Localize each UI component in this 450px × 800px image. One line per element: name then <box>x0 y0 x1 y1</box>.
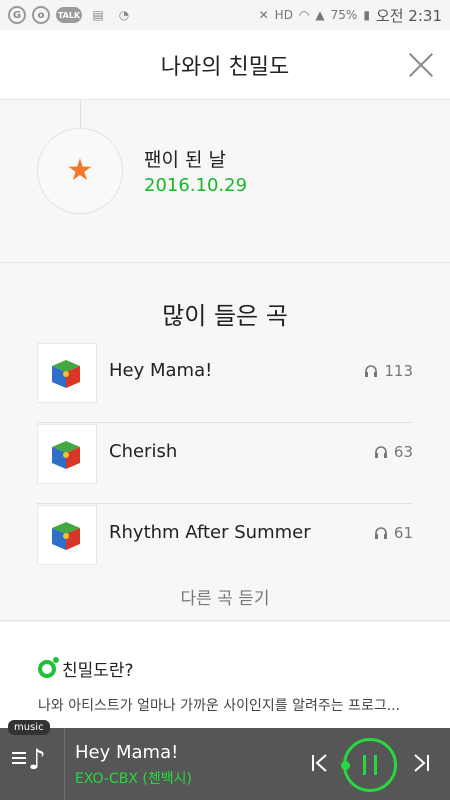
progress-indicator <box>341 761 350 770</box>
music-tag: music <box>8 720 50 735</box>
header: 나와의 친밀도 <box>0 30 450 100</box>
play-count: 61 <box>374 524 413 542</box>
messenger-icon: ◔ <box>118 8 130 22</box>
headphone-icon <box>374 446 387 458</box>
mini-player[interactable]: music ♪ Hey Mama! EXO-CBX (첸백시) <box>0 720 450 800</box>
about-title: 친밀도란? <box>38 656 134 681</box>
album-thumbnail <box>37 343 97 403</box>
headphone-icon <box>365 365 378 377</box>
mute-icon: ✕ <box>258 8 269 22</box>
timeline-connector <box>80 101 81 129</box>
talk-icon: TALK <box>56 7 82 23</box>
song-title: Cherish <box>109 441 178 462</box>
more-songs-link[interactable]: 다른 곡 듣기 <box>0 584 450 609</box>
fan-badge: ★ <box>37 128 123 214</box>
previous-icon[interactable] <box>309 752 331 774</box>
playlist-icon[interactable]: ♪ <box>12 746 52 782</box>
fan-date-section: ★ 팬이 된 날 2016.10.29 <box>0 101 450 263</box>
about-title-text: 친밀도란? <box>62 661 134 681</box>
song-row[interactable]: Hey Mama! 113 <box>37 342 413 423</box>
about-intimacy-section: 친밀도란? 나와 아티스트가 얼마나 가까운 사이인지를 알려주는 프로그... <box>0 622 450 728</box>
star-icon: ★ <box>66 153 94 188</box>
song-row[interactable]: Cherish 63 <box>37 423 413 504</box>
page-title: 나와의 친밀도 <box>160 54 290 80</box>
hd-badge: HD <box>274 8 293 22</box>
now-playing-artist: EXO-CBX (첸백시) <box>75 771 192 787</box>
song-row[interactable]: Rhythm After Summer 61 <box>37 504 413 585</box>
signal-icon: ▲ <box>315 8 325 22</box>
next-icon[interactable] <box>410 752 432 774</box>
pause-button[interactable] <box>343 738 397 792</box>
clock: 오전 2:31 <box>375 6 442 25</box>
circle-o-icon: G <box>8 6 26 24</box>
play-count-value: 113 <box>384 362 413 380</box>
fan-date-value: 2016.10.29 <box>144 175 248 196</box>
song-list: Hey Mama! 113 Cherish 63 Rhythm After Su… <box>37 342 413 585</box>
song-title: Hey Mama! <box>109 360 213 381</box>
about-description: 나와 아티스트가 얼마나 가까운 사이인지를 알려주는 프로그... <box>38 698 401 714</box>
battery-label: 75% <box>330 8 358 22</box>
battery-icon: ▮ <box>363 8 370 22</box>
now-playing-title: Hey Mama! <box>75 742 179 763</box>
wifi-icon: ◠ <box>298 8 310 22</box>
circle-o-icon: o <box>32 6 50 24</box>
play-count: 63 <box>374 443 413 461</box>
headphone-icon <box>374 527 387 539</box>
play-count-value: 63 <box>393 443 413 461</box>
close-button[interactable] <box>408 52 434 78</box>
memo-icon: ▤ <box>92 8 104 22</box>
section-title: 많이 들은 곡 <box>162 302 288 330</box>
fan-date-label: 팬이 된 날 <box>144 149 226 171</box>
play-count-value: 61 <box>393 524 413 542</box>
album-thumbnail <box>37 424 97 484</box>
pause-icon <box>363 755 377 775</box>
status-bar: G o TALK ▤ ◔ ✕ HD ◠ ▲ 75% ▮ 오전 2:31 <box>0 0 450 30</box>
divider <box>64 728 65 800</box>
intimacy-icon <box>38 656 59 678</box>
song-title: Rhythm After Summer <box>109 522 311 543</box>
play-count: 113 <box>364 362 413 380</box>
album-thumbnail <box>37 505 97 565</box>
most-played-section: 많이 들은 곡 Hey Mama! 113 Cherish 63 Rhythm … <box>0 264 450 621</box>
